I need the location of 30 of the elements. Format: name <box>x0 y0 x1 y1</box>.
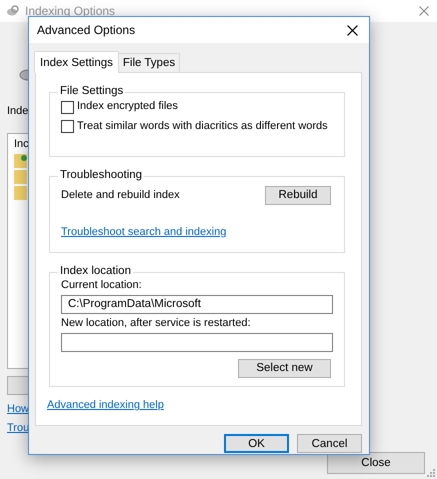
rebuild-button[interactable]: Rebuild <box>265 186 331 206</box>
checkbox[interactable] <box>61 120 74 134</box>
group-label: Index location <box>59 265 132 280</box>
troubleshoot-link[interactable]: Troubleshoot search and indexing <box>61 226 226 240</box>
checkbox-label: Index encrypted files <box>77 100 178 114</box>
location-field[interactable]: C:\ProgramData\Microsoft <box>61 294 333 314</box>
ok-button[interactable]: OK <box>224 434 289 454</box>
field-label: New location, after service is restarted: <box>61 316 252 331</box>
field-label: Current location: <box>61 279 143 293</box>
column-header: Inc <box>14 138 29 152</box>
description-text: Delete and rebuild index <box>61 188 180 203</box>
group-label: Troubleshooting <box>59 169 144 184</box>
window-title: Indexing Options <box>25 4 116 18</box>
tab[interactable]: File Types <box>118 53 180 72</box>
select-new-button[interactable]: Select new <box>238 358 331 378</box>
app-icon <box>6 5 20 17</box>
dialog-title: Advanced Options <box>37 22 136 38</box>
label: Inde <box>7 105 28 119</box>
checkbox-label: Treat similar words with diacritics as different words <box>77 120 328 134</box>
cancel-button[interactable]: Cancel <box>297 434 362 454</box>
help-link[interactable]: How <box>7 402 30 416</box>
help-link[interactable]: Advanced indexing help <box>47 399 164 414</box>
resize-grip-icon[interactable] <box>427 469 435 477</box>
tab[interactable]: Index Settings <box>34 51 119 74</box>
checkbox[interactable] <box>61 100 74 114</box>
new-location-field[interactable] <box>61 332 333 352</box>
folder-icons <box>14 154 27 202</box>
close-icon[interactable] <box>347 24 358 36</box>
close-button[interactable]: Close <box>327 452 425 474</box>
group-label: File Settings <box>59 85 124 100</box>
